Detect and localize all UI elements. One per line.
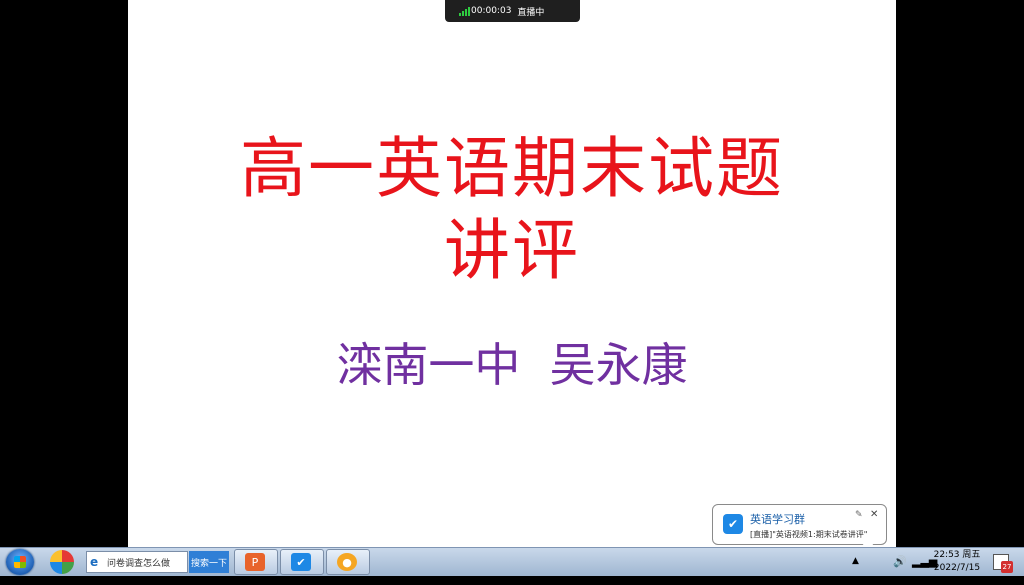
live-elapsed-time: 00:00:03 — [471, 6, 512, 16]
live-status: 直播中 — [517, 7, 545, 18]
notification-title: 英语学习群 — [750, 513, 805, 526]
presentation-icon: P — [245, 553, 265, 571]
live-status-bar[interactable]: 00:00:03 直播中 — [445, 0, 580, 22]
slide-title-line2: 讲评 — [444, 212, 580, 289]
search-button[interactable]: 搜索一下 — [189, 551, 229, 573]
slide-author: 滦南一中 吴永康 — [336, 338, 688, 392]
tray-badge: 27 — [1001, 561, 1013, 573]
pin-icon[interactable]: ✎ — [855, 510, 863, 520]
slide: 高一英语期末试题 讲评 滦南一中 吴永康 — [128, 0, 896, 547]
notification-popup[interactable]: ✔ 英语学习群 [直播]"英语视频1:期末试卷讲评" ✎ ✕ — [712, 504, 887, 545]
slide-title-line1: 高一英语期末试题 — [240, 130, 784, 207]
notification-body: [直播]"英语视频1:期末试卷讲评" — [750, 530, 868, 539]
search-input[interactable]: e 问卷调查怎么做 — [86, 551, 188, 573]
taskbar-app-chat[interactable]: ✔ — [280, 549, 324, 575]
taskbar-app-presentation[interactable]: P — [234, 549, 278, 575]
tray-expand-icon[interactable]: ▲ — [852, 556, 859, 585]
taskbar-app-live[interactable]: ● — [326, 549, 370, 575]
clock-time: 22:53 周五 — [933, 550, 981, 560]
live-app-icon: ● — [337, 553, 357, 571]
search-input-text: 问卷调查怎么做 — [107, 558, 171, 569]
clock-date: 2022/7/15 — [933, 563, 981, 573]
browser-icon: e — [90, 555, 99, 569]
start-button[interactable] — [6, 549, 34, 575]
app-logo-icon: ✔ — [723, 514, 743, 534]
taskbar: e 问卷调查怎么做 搜索一下 P ✔ ● ▲ 🔊 ▂▃▅ 22:53 周五 20… — [0, 547, 1024, 576]
app-launcher-icon[interactable] — [50, 550, 74, 574]
clock[interactable]: 22:53 周五 2022/7/15 — [930, 549, 984, 575]
signal-icon — [459, 6, 470, 16]
volume-icon[interactable]: 🔊 — [893, 555, 907, 584]
close-icon[interactable]: ✕ — [870, 509, 878, 520]
chat-app-icon: ✔ — [291, 553, 311, 571]
